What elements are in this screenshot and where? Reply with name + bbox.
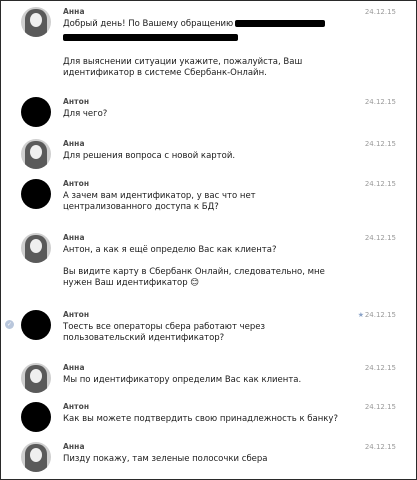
message-text: Мы по идентификатору определим Вас как к… — [63, 375, 302, 385]
timestamp: 24.12.15 — [364, 98, 396, 106]
message-text: Антон, а как я ещё определю Вас как клие… — [63, 245, 277, 255]
author-name[interactable]: Антон — [63, 179, 89, 188]
timestamp: 24.12.15 — [364, 311, 396, 319]
timestamp: 24.12.15 — [364, 234, 396, 242]
author-name[interactable]: Анна — [63, 139, 85, 148]
message-text: Для выяснении ситуации укажите, пожалуйс… — [63, 57, 303, 67]
author-name[interactable]: Анна — [63, 363, 85, 372]
message-text: Для решения вопроса с новой картой. — [63, 151, 236, 161]
chat-window: Анна 24.12.15 Добрый день! По Вашему обр… — [0, 0, 417, 480]
avatar-anna[interactable] — [21, 7, 51, 37]
message-text: Добрый день! По Вашему обращению — [63, 19, 326, 30]
selected-check-icon[interactable]: ✓ — [5, 320, 14, 329]
avatar-anna[interactable] — [21, 363, 51, 393]
avatar-anna[interactable] — [21, 233, 51, 263]
star-icon[interactable]: ★ — [358, 311, 364, 319]
author-name[interactable]: Анна — [63, 7, 85, 16]
author-name[interactable]: Антон — [63, 97, 89, 106]
avatar-anton[interactable] — [21, 179, 51, 209]
message-text: централизованного доступа к БД? — [63, 202, 219, 212]
message-text: Как вы можете подтвердить свою принадлеж… — [63, 414, 338, 424]
timestamp: 24.12.15 — [364, 8, 396, 16]
message-text: А зачем вам идентификатор, у вас что нет — [63, 191, 256, 201]
timestamp: 24.12.15 — [364, 364, 396, 372]
redaction-bar — [63, 34, 238, 41]
message-text: пользовательский идентификатор? — [63, 333, 225, 343]
author-name[interactable]: Антон — [63, 402, 89, 411]
author-name[interactable]: Анна — [63, 442, 85, 451]
author-name[interactable]: Антон — [63, 310, 89, 319]
avatar-anton[interactable] — [21, 97, 51, 127]
avatar-anna[interactable] — [21, 442, 51, 472]
timestamp: 24.12.15 — [364, 180, 396, 188]
message-text: нужен Ваш идентификатор 😊 — [63, 278, 200, 288]
avatar-anna[interactable] — [21, 139, 51, 169]
timestamp: 24.12.15 — [364, 140, 396, 148]
message-text: Пизду покажу, там зеленые полосочки сбер… — [63, 454, 268, 464]
timestamp: 24.12.15 — [364, 443, 396, 451]
author-name[interactable]: Анна — [63, 233, 85, 242]
timestamp: 24.12.15 — [364, 403, 396, 411]
message-text-part: Добрый день! По Вашему обращению — [63, 19, 234, 29]
redaction-bar — [235, 20, 326, 27]
avatar-anton[interactable] — [21, 310, 51, 340]
message-text: Тоесть все операторы сбера работают чере… — [63, 322, 265, 332]
message-text: Вы видите карту в Сбербанк Онлайн, следо… — [63, 267, 325, 277]
message-text: Для чего? — [63, 109, 108, 119]
avatar-anton[interactable] — [21, 402, 51, 432]
message-text: идентификатор в системе Сбербанк-Онлайн. — [63, 68, 267, 78]
